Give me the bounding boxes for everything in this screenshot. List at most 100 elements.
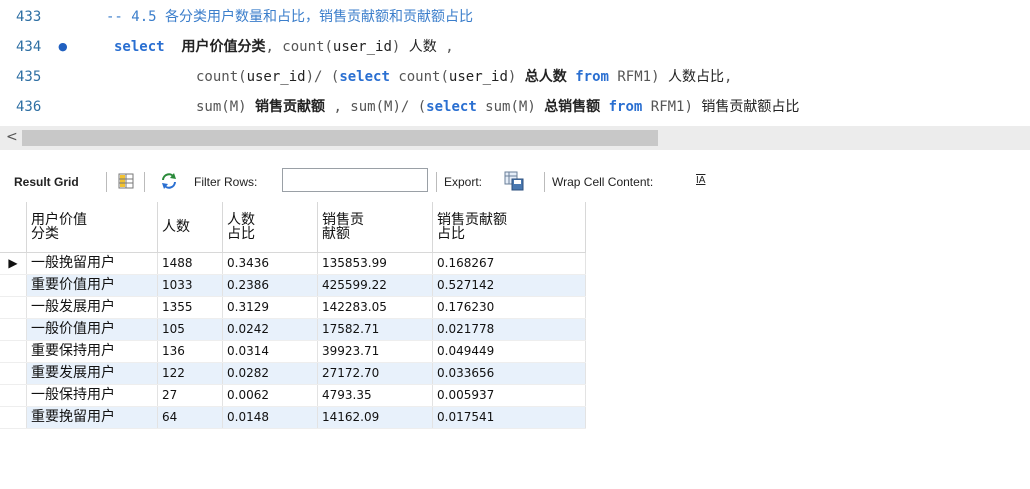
- table-cell[interactable]: 0.017541: [432, 406, 586, 429]
- table-cell[interactable]: 0.176230: [432, 296, 586, 319]
- wrap-text-icon[interactable]: IA: [696, 175, 705, 186]
- table-cell[interactable]: 0.033656: [432, 362, 586, 385]
- table-row[interactable]: 重要保持用户 136 0.0314 39923.71 0.049449: [0, 340, 586, 363]
- table-cell[interactable]: 重要保持用户: [26, 340, 158, 363]
- code-text: count(: [196, 69, 247, 85]
- row-selector[interactable]: [0, 406, 27, 429]
- wrap-cell-content-label: Wrap Cell Content:: [552, 175, 654, 189]
- result-grid-table[interactable]: 用户价值 分类 人数 人数 占比 销售贡 献额 销售贡献额 占比 ▶ 一般挽留用户…: [0, 202, 586, 429]
- table-cell[interactable]: 重要价值用户: [26, 274, 158, 297]
- table-cell[interactable]: 重要挽留用户: [26, 406, 158, 429]
- table-cell[interactable]: 0.0062: [222, 384, 318, 407]
- table-cell[interactable]: 27172.70: [317, 362, 433, 385]
- row-selector[interactable]: [0, 340, 27, 363]
- horizontal-scrollbar[interactable]: <: [0, 126, 1030, 150]
- table-cell[interactable]: 135853.99: [317, 252, 433, 275]
- table-row[interactable]: 重要发展用户 122 0.0282 27172.70 0.033656: [0, 362, 586, 385]
- code-line-436[interactable]: 436 sum(M) 销售贡献额 , sum(M)/ (select sum(M…: [0, 94, 1030, 120]
- table-cell[interactable]: 1355: [157, 296, 223, 319]
- table-row[interactable]: 重要挽留用户 64 0.0148 14162.09 0.017541: [0, 406, 586, 429]
- table-cell[interactable]: 27: [157, 384, 223, 407]
- table-cell[interactable]: 1033: [157, 274, 223, 297]
- column-header-category[interactable]: 用户价值 分类: [26, 202, 158, 253]
- breakpoint-dot-icon[interactable]: ●: [58, 34, 68, 60]
- refresh-icon[interactable]: [160, 172, 178, 193]
- table-cell[interactable]: 0.3436: [222, 252, 318, 275]
- table-cell[interactable]: 105: [157, 318, 223, 341]
- table-cell[interactable]: 0.0242: [222, 318, 318, 341]
- table-cell[interactable]: 425599.22: [317, 274, 433, 297]
- keyword-from: from: [575, 69, 609, 85]
- table-cell[interactable]: 一般挽留用户: [26, 252, 158, 275]
- scrollbar-thumb[interactable]: [22, 130, 658, 146]
- result-grid-tab[interactable]: Result Grid: [14, 175, 79, 189]
- code-line-435[interactable]: 435 count(user_id)/ (select count(user_i…: [0, 64, 1030, 90]
- column-header-count[interactable]: 人数: [157, 202, 223, 253]
- table-row[interactable]: 重要价值用户 1033 0.2386 425599.22 0.527142: [0, 274, 586, 297]
- row-selector[interactable]: [0, 274, 27, 297]
- table-cell[interactable]: 0.3129: [222, 296, 318, 319]
- code-text: ,: [723, 69, 733, 85]
- row-selector[interactable]: [0, 362, 27, 385]
- result-toolbar: Result Grid Filter Rows: Export: Wrap Ce…: [0, 166, 1030, 198]
- identifier: user_id: [332, 39, 392, 55]
- sql-editor[interactable]: 433 -- 4.5 各分类用户数量和占比，销售贡献额和贡献额占比 434 ● …: [0, 0, 1030, 124]
- table-cell[interactable]: 0.0314: [222, 340, 318, 363]
- export-save-icon[interactable]: [504, 171, 524, 194]
- table-cell[interactable]: 重要发展用户: [26, 362, 158, 385]
- toolbar-divider: [436, 172, 437, 192]
- column-header-sales-ratio[interactable]: 销售贡献额 占比: [432, 202, 586, 253]
- alias-text: 人数: [408, 39, 437, 55]
- grid-layout-icon[interactable]: [118, 173, 134, 192]
- export-label: Export:: [444, 175, 483, 189]
- sql-comment: -- 4.5 各分类用户数量和占比，销售贡献额和贡献额占比: [106, 9, 473, 25]
- table-cell[interactable]: 0.0148: [222, 406, 318, 429]
- toolbar-divider: [144, 172, 145, 192]
- table-row[interactable]: 一般发展用户 1355 0.3129 142283.05 0.176230: [0, 296, 586, 319]
- code-text: sum(M): [196, 99, 256, 115]
- alias-text: 总人数: [524, 69, 567, 85]
- keyword-select: select: [426, 99, 477, 115]
- filter-rows-input[interactable]: [282, 168, 428, 192]
- table-cell[interactable]: 0.005937: [432, 384, 586, 407]
- row-selector[interactable]: ▶: [0, 252, 27, 275]
- row-selector[interactable]: [0, 384, 27, 407]
- alias-text: 总销售额: [544, 99, 601, 115]
- code-text: ,: [436, 39, 454, 55]
- table-cell[interactable]: 122: [157, 362, 223, 385]
- table-cell[interactable]: 0.0282: [222, 362, 318, 385]
- code-line-433[interactable]: 433 -- 4.5 各分类用户数量和占比，销售贡献额和贡献额占比: [0, 4, 1030, 30]
- table-row[interactable]: 一般保持用户 27 0.0062 4793.35 0.005937: [0, 384, 586, 407]
- table-cell[interactable]: 64: [157, 406, 223, 429]
- table-cell[interactable]: 0.2386: [222, 274, 318, 297]
- column-header-count-ratio[interactable]: 人数 占比: [222, 202, 318, 253]
- table-cell[interactable]: 0.049449: [432, 340, 586, 363]
- row-selector[interactable]: [0, 296, 27, 319]
- table-cell[interactable]: 4793.35: [317, 384, 433, 407]
- table-row[interactable]: ▶ 一般挽留用户 1488 0.3436 135853.99 0.168267: [0, 252, 586, 275]
- table-cell[interactable]: 17582.71: [317, 318, 433, 341]
- table-cell[interactable]: 39923.71: [317, 340, 433, 363]
- scroll-left-arrow-icon[interactable]: <: [6, 129, 18, 145]
- table-cell[interactable]: 14162.09: [317, 406, 433, 429]
- row-selector[interactable]: [0, 318, 27, 341]
- table-cell[interactable]: 0.527142: [432, 274, 586, 297]
- code-line-434[interactable]: 434 ● select 用户价值分类, count(user_id) 人数 ,: [0, 34, 1030, 60]
- table-cell[interactable]: 一般价值用户: [26, 318, 158, 341]
- table-row[interactable]: 一般价值用户 105 0.0242 17582.71 0.021778: [0, 318, 586, 341]
- table-cell[interactable]: 0.168267: [432, 252, 586, 275]
- table-cell[interactable]: 142283.05: [317, 296, 433, 319]
- table-cell[interactable]: 一般保持用户: [26, 384, 158, 407]
- keyword-select: select: [339, 69, 390, 85]
- table-cell[interactable]: 1488: [157, 252, 223, 275]
- code-text: ): [507, 69, 525, 85]
- table-cell[interactable]: 0.021778: [432, 318, 586, 341]
- toolbar-divider: [106, 172, 107, 192]
- table-cell[interactable]: 一般发展用户: [26, 296, 158, 319]
- table-cell[interactable]: 136: [157, 340, 223, 363]
- column-header-sales[interactable]: 销售贡 献额: [317, 202, 433, 253]
- code-text: ): [391, 39, 409, 55]
- code-text: , count(: [265, 39, 333, 55]
